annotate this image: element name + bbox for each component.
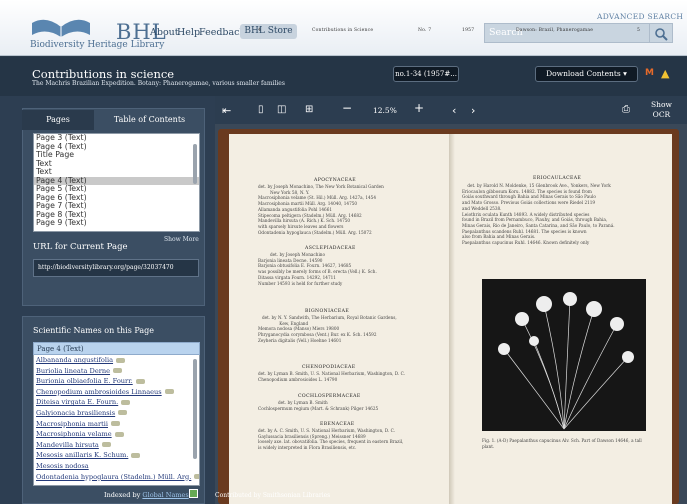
warning-icon[interactable]: ▲ (661, 67, 669, 80)
eol-icon[interactable] (194, 474, 199, 480)
page-item[interactable]: Page 9 (Text) (34, 218, 199, 228)
sci-names-page-label: Page 4 (Text) (37, 345, 84, 353)
zoom-level: 12.5% (373, 106, 397, 115)
eol-icon[interactable] (101, 442, 111, 448)
sci-names-page-header: Page 4 (Text) (33, 342, 200, 355)
eol-icon[interactable] (118, 410, 128, 416)
book-gutter (449, 134, 455, 504)
left-page-number: 4 (258, 28, 262, 33)
item-title: Contributions in science (32, 67, 175, 81)
two-page-icon[interactable]: ◫ (277, 104, 286, 115)
left-running-head: Contributions in Science (312, 28, 374, 33)
page-list[interactable]: Page 3 (Text) Page 4 (Text) Title Page T… (33, 133, 200, 232)
sci-name-link[interactable]: Macrosiphonia velame (34, 429, 199, 440)
next-page-icon[interactable]: › (471, 104, 475, 117)
global-names-link[interactable]: Global Names (142, 491, 188, 499)
eol-icon[interactable] (114, 431, 124, 437)
sci-name-link[interactable]: Galyionacia brasiliensis (34, 408, 199, 419)
section-heading: COCHLOSPERMACEAE (298, 394, 361, 399)
indexed-by: Indexed by Global Names (104, 491, 189, 499)
right-page-number: 5 (637, 28, 641, 33)
sci-name-link[interactable]: Diteisa virgata E. Fourn. (34, 397, 199, 408)
logo-subtitle: Biodiversity Heritage Library (30, 40, 165, 50)
show-more-link[interactable]: Show More (164, 236, 199, 243)
section-heading: BIGNONIACEAE (305, 309, 350, 314)
previous-page-icon[interactable]: ‹ (452, 104, 456, 117)
chevron-down-icon: ▾ (623, 69, 627, 78)
page-url-value: http://biodiversitylibrary.org/page/3203… (38, 264, 174, 271)
eol-icon[interactable] (111, 421, 121, 427)
eol-icon[interactable] (113, 368, 123, 374)
volume-select[interactable]: no.1-34 (1957#... (393, 66, 459, 82)
zoom-in-icon[interactable]: + (414, 101, 424, 115)
bhl-book-logo-icon[interactable] (30, 13, 92, 39)
sci-name-link[interactable]: Macrosiphonia martii (34, 419, 199, 430)
page-item[interactable]: Text (34, 159, 199, 169)
section-heading: ERIOCAULACEAE (533, 176, 582, 181)
tab-table-of-contents[interactable]: Table of Contents (94, 110, 205, 130)
sci-name-link[interactable]: Albananda angustifolia (34, 355, 199, 366)
global-names-icon[interactable] (189, 489, 198, 498)
page-body-text: det. by A. C. Smith, U. S. National Herb… (258, 428, 404, 451)
thumbnail-grid-icon[interactable]: ⊞ (305, 104, 313, 115)
sci-name-link[interactable]: Mesosis anillaris K. Schum. (34, 450, 199, 461)
eol-icon[interactable] (116, 357, 126, 363)
sci-names-scrollbar[interactable] (193, 359, 197, 459)
page-body-text: det. by N. Y. Sandwith, The Herbarium, R… (258, 315, 397, 343)
print-icon[interactable]: ⎙ (622, 104, 630, 115)
page-list-scrollbar[interactable] (193, 144, 197, 184)
sci-name-link[interactable]: Odontadenia hypoglaura (Stadelm.) Müll. … (34, 472, 199, 483)
sci-names-list[interactable]: Albananda angustifolia Buriolia lineata … (33, 355, 200, 486)
single-page-icon[interactable]: ▯ (258, 104, 264, 115)
bhl-store-button[interactable]: BHL Store (240, 24, 297, 39)
url-label: URL for Current Page (33, 242, 128, 252)
search-input[interactable]: Search (484, 23, 650, 43)
section-heading: ASCLEPIADACEAE (305, 246, 356, 251)
section-heading: EBENACEAE (320, 422, 355, 427)
show-ocr-button[interactable]: Show OCR (651, 100, 672, 120)
page-url-field[interactable]: http://biodiversitylibrary.org/page/3203… (33, 259, 199, 277)
left-issue: No. 7 (418, 28, 432, 33)
nav-about[interactable]: About (150, 27, 179, 38)
plate-caption: Fig. 1. (A-D) Paepalanthus capucinus Alv… (482, 438, 642, 449)
nav-feedback[interactable]: Feedback (199, 27, 245, 38)
flower-illustration (498, 292, 634, 430)
contributed-by: Contributed by Smithsonian Libraries (215, 492, 331, 499)
eol-icon[interactable] (164, 389, 174, 395)
sci-names-label: Scientific Names on this Page (33, 326, 155, 335)
page-body-text: det. by Lyman B. Smith Cochlospermum regi… (258, 400, 379, 411)
mendeley-icon[interactable]: M (645, 68, 654, 78)
panel-tabs: Pages Table of Contents (22, 110, 205, 130)
sci-name-link[interactable]: Chenopodium ambrosioides Linnaeus (34, 387, 199, 398)
item-subtitle: The Machris Brazilian Expedition. Botany… (32, 80, 285, 87)
right-page-year: 1957 (462, 28, 475, 33)
eol-icon[interactable] (121, 399, 131, 405)
section-heading: CHENOPODIACEAE (302, 365, 356, 370)
botanical-plate-image (482, 279, 646, 431)
page-body-text: det. by Joseph Monachino, The New York B… (258, 184, 384, 235)
right-running-head: Dawson: Brazil, Phanerogamae (516, 28, 594, 33)
page-body-text: det. by Joseph Monachino Barjonia lineata… (258, 252, 377, 286)
page-body-text: det. by Harold N. Moldenke, 15 Glenbrook… (462, 183, 615, 246)
eol-icon[interactable] (135, 378, 145, 384)
sci-name-link[interactable]: Burionia olbiaefolia E. Fourr. (34, 376, 199, 387)
advanced-search-link[interactable]: ADVANCED SEARCH (597, 12, 683, 21)
sci-name-link[interactable]: Buriolia lineata Derne (34, 366, 199, 377)
eol-icon[interactable] (131, 452, 141, 458)
download-label: Download Contents (546, 69, 621, 78)
zoom-out-icon[interactable]: − (342, 101, 352, 115)
search-icon (655, 28, 668, 41)
tab-pages[interactable]: Pages (22, 110, 94, 130)
first-page-icon[interactable]: ⇤ (222, 104, 231, 117)
sci-name-link[interactable]: Mandevilla hirsuta (34, 440, 199, 451)
search-button[interactable] (650, 23, 673, 43)
page-body-text: det. by Lyman B. Smith, U. S. National H… (258, 371, 405, 382)
sci-name-link[interactable]: Mesosis nodosa (34, 461, 199, 472)
page-item[interactable]: Title Page (34, 150, 199, 160)
section-heading: APOCYNACEAE (314, 178, 356, 183)
nav-help[interactable]: Help (177, 27, 200, 38)
download-contents-button[interactable]: Download Contents ▾ (535, 66, 638, 82)
